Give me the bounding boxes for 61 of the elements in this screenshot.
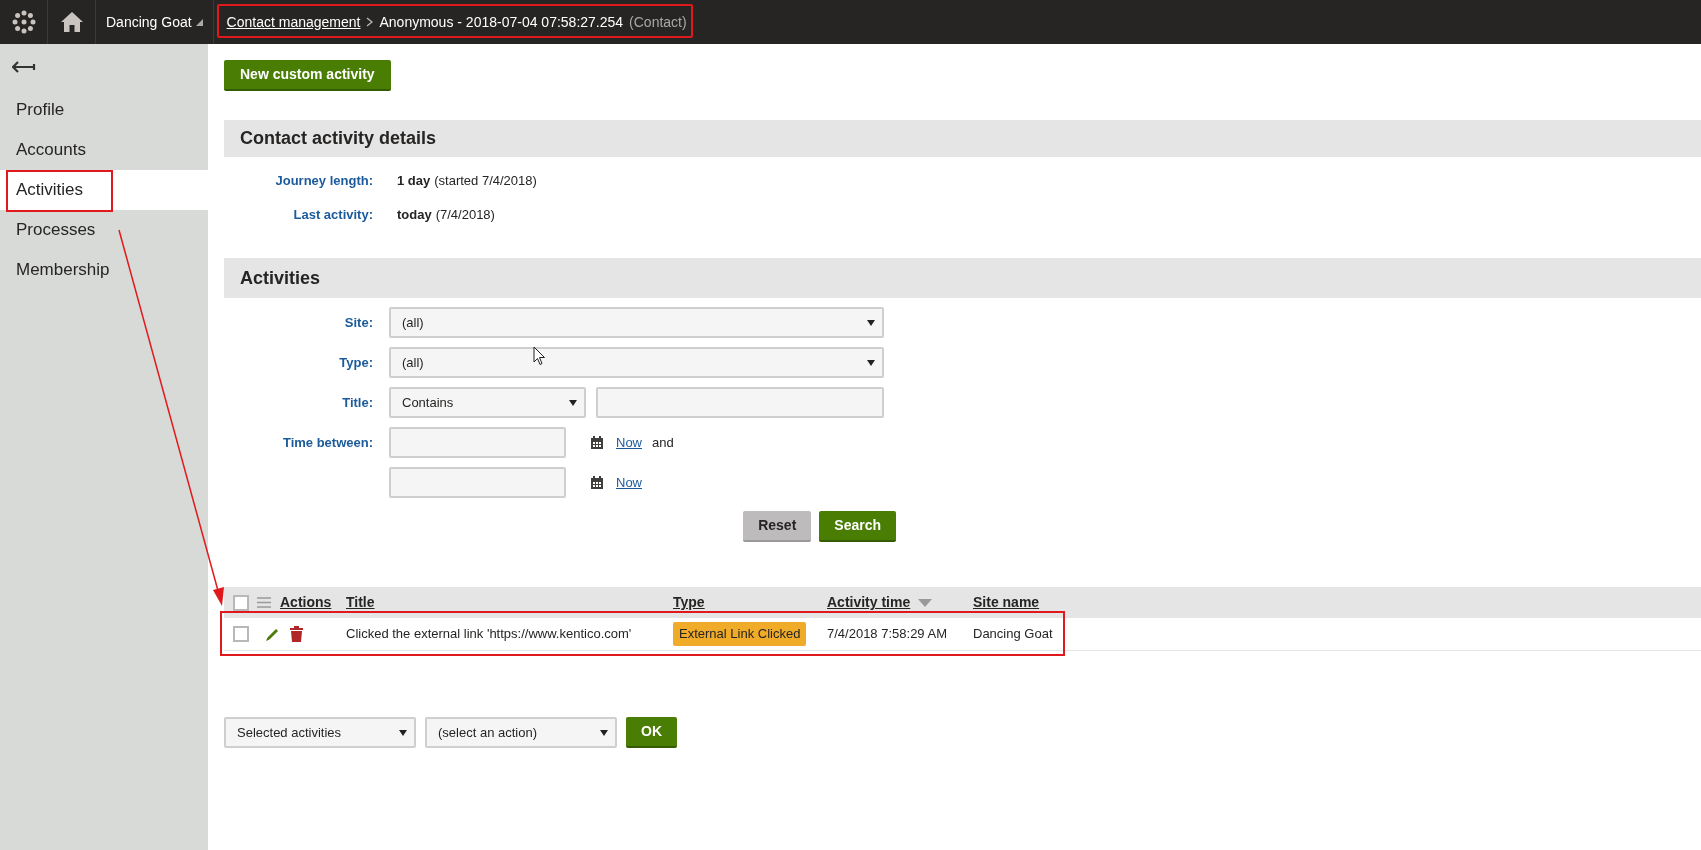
search-button[interactable]: Search (819, 511, 896, 542)
joiner-text: and (652, 433, 674, 452)
sidebar-item[interactable]: Accounts (0, 130, 208, 170)
column-header[interactable]: Actions (280, 592, 332, 613)
calendar-icon[interactable] (590, 475, 604, 490)
caret-icon (867, 319, 875, 326)
text-field[interactable] (596, 387, 884, 418)
home-icon[interactable] (59, 11, 84, 33)
field-value: today (397, 205, 432, 224)
caret-icon (569, 399, 577, 406)
ok-button[interactable]: OK (626, 717, 677, 748)
checkbox[interactable] (233, 626, 249, 642)
new-custom-activity-button[interactable]: New custom activity (224, 60, 391, 91)
field-note: (7/4/2018) (435, 205, 495, 224)
date-field[interactable] (389, 467, 566, 498)
column-header[interactable]: Activity time (827, 592, 911, 613)
column-header[interactable]: Site name (973, 592, 1040, 613)
table-cell-text: Dancing Goat (973, 625, 1054, 644)
checkbox[interactable] (233, 594, 249, 611)
dropdown[interactable]: Selected activities (224, 717, 416, 748)
column-header[interactable]: Title (346, 592, 375, 613)
now-link[interactable]: Now (616, 432, 642, 453)
dropdown[interactable]: (all) (389, 307, 884, 338)
breadcrumb-link[interactable]: Contact management (226, 11, 361, 33)
column-header[interactable]: Type (673, 592, 705, 613)
chevron-icon (366, 17, 374, 27)
filter-label: Time between: (281, 433, 373, 452)
filter-label: Type: (338, 353, 373, 372)
type-tag: External Link Clicked (673, 622, 807, 646)
table-cell-text: Clicked the external link 'https://www.kentico.com' (346, 625, 633, 644)
table-cell-text: 7/4/2018 7:58:29 AM (827, 625, 948, 644)
section-title: Activities (240, 266, 321, 290)
reset-button[interactable]: Reset (743, 511, 812, 542)
sidebar-item[interactable]: Activities (0, 170, 208, 210)
sidebar-item[interactable]: Processes (0, 210, 208, 250)
field-value: 1 day (397, 172, 431, 190)
filter-label: Title: (341, 393, 373, 412)
caret-icon (600, 729, 608, 736)
caret-icon (399, 729, 407, 736)
sidebar-item[interactable]: Profile (0, 90, 208, 130)
now-link[interactable]: Now (616, 472, 642, 493)
breadcrumb-type: (Contact) (629, 12, 687, 32)
filter-label: Site: (343, 313, 373, 332)
date-field[interactable] (389, 427, 566, 458)
caret-icon (195, 18, 203, 26)
dropdown[interactable]: (select an action) (425, 717, 617, 748)
field-label: Last activity: (292, 205, 373, 224)
field-note: (started 7/4/2018) (434, 172, 537, 190)
edit-icon[interactable] (265, 626, 280, 642)
back-arrow-icon[interactable] (12, 60, 36, 74)
logo-icon[interactable] (11, 10, 36, 34)
caret-icon (867, 359, 875, 366)
mouse-cursor-icon (533, 346, 546, 366)
breadcrumb-current: Anonymous - 2018-07-04 07:58:27.254 (379, 12, 624, 32)
section-title: Contact activity details (240, 127, 437, 150)
field-label: Journey length: (274, 172, 373, 190)
sidebar-item[interactable]: Membership (0, 250, 208, 290)
trash-icon[interactable] (290, 626, 303, 642)
calendar-icon[interactable] (590, 435, 604, 450)
dropdown[interactable]: (all) (389, 347, 884, 378)
dropdown[interactable]: Contains (389, 387, 586, 418)
